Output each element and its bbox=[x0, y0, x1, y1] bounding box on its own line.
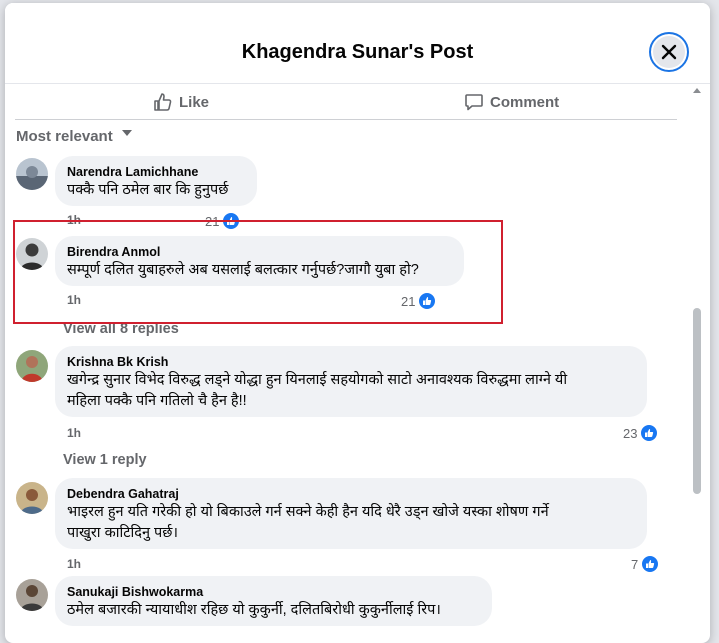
highlight-box bbox=[13, 220, 503, 324]
scroll-up-arrow-icon[interactable] bbox=[693, 88, 701, 93]
comment-time[interactable]: 1h bbox=[67, 426, 81, 440]
comment-button[interactable]: Comment bbox=[464, 90, 559, 114]
comment-text-line: पाखुरा काटिदिनु पर्छ। bbox=[67, 525, 178, 541]
comment-text-line: भाइरल हुन यति गरेकी हो यो बिकाउले गर्न स… bbox=[67, 504, 549, 520]
like-button[interactable]: Like bbox=[153, 90, 209, 114]
scrollbar-thumb[interactable] bbox=[693, 308, 701, 494]
comment-bubble: Krishna Bk Krish खगेन्द्र सुनार विभेद वि… bbox=[55, 346, 647, 417]
commenter-name[interactable]: Narendra Lamichhane bbox=[67, 164, 245, 180]
dialog-header: Khagendra Sunar's Post bbox=[5, 3, 710, 84]
comment-text-line: खगेन्द्र सुनार विभेद विरुद्ध लड्ने योद्ध… bbox=[67, 372, 568, 388]
comment-icon bbox=[465, 94, 483, 111]
post-dialog: Khagendra Sunar's Post Like Comment Most… bbox=[5, 3, 710, 643]
view-replies-link[interactable]: View 1 reply bbox=[63, 452, 147, 468]
comment-bubble: Narendra Lamichhane पक्कै पनि ठमेल बार क… bbox=[55, 156, 257, 206]
reaction-count[interactable]: 23 bbox=[623, 424, 659, 442]
like-reaction-icon bbox=[640, 424, 659, 442]
scrollbar[interactable] bbox=[692, 84, 704, 643]
like-label: Like bbox=[179, 93, 210, 111]
sort-dropdown[interactable]: Most relevant bbox=[16, 126, 132, 146]
close-icon bbox=[661, 44, 677, 60]
thumbs-up-icon bbox=[154, 93, 172, 111]
caret-down-icon bbox=[121, 130, 132, 136]
dialog-title: Khagendra Sunar's Post bbox=[241, 41, 474, 63]
divider bbox=[15, 119, 677, 120]
commenter-name[interactable]: Debendra Gahatraj bbox=[67, 486, 635, 502]
avatar[interactable] bbox=[16, 482, 48, 514]
comment-bubble: Debendra Gahatraj भाइरल हुन यति गरेकी हो… bbox=[55, 478, 647, 549]
comments-scroll-area[interactable]: Like Comment Most relevant Narendra Lami… bbox=[5, 84, 710, 643]
sort-label: Most relevant bbox=[16, 127, 113, 145]
commenter-name[interactable]: Sanukaji Bishwokarma bbox=[67, 584, 480, 600]
avatar[interactable] bbox=[16, 579, 48, 611]
comment-text-line: महिला पक्कै पनि गतिलो चै हैन है!! bbox=[67, 393, 247, 409]
post-actions: Like Comment bbox=[5, 84, 695, 118]
comment-bubble: Sanukaji Bishwokarma ठमेल बजारकी न्यायाध… bbox=[55, 576, 492, 626]
reaction-number: 23 bbox=[623, 425, 638, 441]
comment-label: Comment bbox=[490, 93, 560, 111]
commenter-name[interactable]: Krishna Bk Krish bbox=[67, 354, 635, 370]
comment-time[interactable]: 1h bbox=[67, 557, 81, 571]
close-button[interactable] bbox=[649, 32, 689, 72]
like-reaction-icon bbox=[641, 555, 660, 573]
reaction-count[interactable]: 7 bbox=[631, 555, 660, 573]
avatar[interactable] bbox=[16, 350, 48, 382]
comment-text: ठमेल बजारकी न्यायाधीश रहिछ यो कुकुर्नी, … bbox=[67, 602, 441, 618]
comment-text: पक्कै पनि ठमेल बार कि हुनुपर्छ bbox=[67, 182, 229, 198]
reaction-number: 7 bbox=[631, 556, 639, 572]
avatar[interactable] bbox=[16, 158, 48, 190]
